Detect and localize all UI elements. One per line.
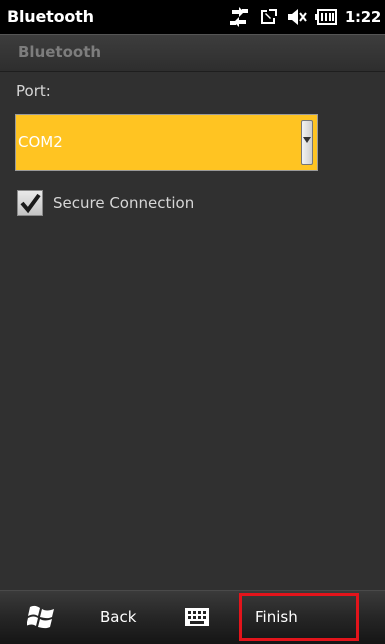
battery-icon [314,9,337,25]
back-softkey[interactable]: Back [100,608,136,626]
secure-connection-label: Secure Connection [53,194,195,212]
clock: 1:22 [344,8,381,26]
port-select[interactable]: COM2 [15,114,318,171]
start-button[interactable] [26,603,57,631]
keyboard-icon [185,608,209,626]
secure-connection-checkbox[interactable] [17,190,43,216]
status-bar: Bluetooth 1:22 [0,0,385,34]
missed-call-icon [260,9,277,24]
finish-softkey[interactable]: Finish [239,593,359,641]
dropdown-arrow-button[interactable] [301,120,313,165]
volume-muted-icon [287,9,307,25]
checkmark-icon [20,193,41,214]
status-icons: 1:22 [229,6,381,28]
input-panel-button[interactable] [184,607,210,627]
chevron-down-icon [303,137,311,143]
device-screen: Bluetooth 1:22 Bluetooth Port: COM2 Secu… [0,0,385,644]
page-title: Bluetooth [18,43,102,61]
app-title: Bluetooth [7,7,94,26]
secure-connection-option[interactable]: Secure Connection [17,189,194,217]
windows-logo-icon [26,605,54,629]
port-label: Port: [16,82,51,100]
port-select-value: COM2 [18,133,63,151]
page-heading: Bluetooth [0,34,385,72]
connectivity-icon [229,7,248,27]
finish-label: Finish [255,608,298,626]
softkey-bar: Back Finish [0,590,385,644]
settings-form: Port: COM2 Secure Connection [0,72,385,590]
